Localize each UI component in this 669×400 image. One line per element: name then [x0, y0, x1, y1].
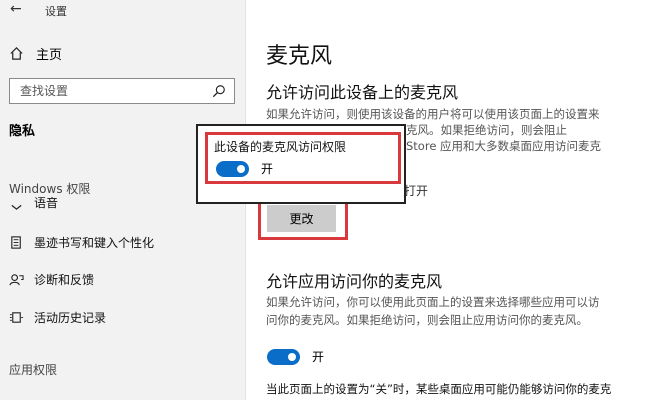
- back-arrow-icon[interactable]: ←: [10, 1, 22, 17]
- speech-icon: [11, 204, 22, 210]
- device-access-status: 打开: [404, 184, 429, 198]
- home-icon: [10, 47, 23, 60]
- search-box[interactable]: [9, 78, 235, 104]
- sidebar-item-inking[interactable]: 墨迹书写和键入个性化: [9, 234, 154, 251]
- feedback-icon: [9, 274, 24, 286]
- popup-toggle-row: 开: [216, 160, 273, 177]
- section-app-access-desc-line1: 如果允许访问，你可以使用此页面上的设置来选择哪些应用可以访: [266, 295, 600, 309]
- sidebar-item-label: 墨迹书写和键入个性化: [34, 236, 155, 250]
- section-app-access-desc-line2: 问你的麦克风。如果拒绝访问，则会阻止应用访问你的麦克风。: [266, 313, 588, 327]
- app-access-toggle-row: 开: [267, 348, 324, 365]
- sidebar-item-speech[interactable]: 语音: [9, 197, 58, 211]
- sidebar-item-label: 语音: [34, 197, 59, 210]
- popup-title: 此设备的麦克风访问权限: [214, 140, 347, 154]
- sidebar-item-home[interactable]: 主页: [9, 44, 62, 63]
- section-device-access-desc-line3: Store 应用和大多数桌面应用访问麦克: [406, 139, 602, 153]
- app-access-toggle-label: 开: [312, 350, 325, 364]
- change-button[interactable]: 更改: [267, 205, 336, 232]
- app-title: 设置: [45, 5, 67, 18]
- section-device-access-heading: 允许访问此设备上的麦克风: [266, 83, 459, 102]
- app-permissions-heading: 应用权限: [9, 363, 58, 377]
- search-input[interactable]: [18, 83, 212, 99]
- sidebar-item-label: 活动历史记录: [34, 311, 107, 325]
- app-access-toggle[interactable]: [267, 348, 300, 365]
- sidebar-item-home-label: 主页: [36, 48, 63, 63]
- sidebar-current-privacy: 隐私: [9, 124, 36, 139]
- page-title: 麦克风: [266, 44, 333, 69]
- device-access-toggle-label: 开: [261, 162, 274, 176]
- sidebar-item-label: 诊断和反馈: [34, 273, 95, 287]
- history-icon: [9, 312, 24, 323]
- sidebar-item-history[interactable]: 活动历史记录: [9, 309, 106, 326]
- device-access-toggle[interactable]: [216, 160, 249, 177]
- section-app-access-heading: 允许应用访问你的麦克风: [266, 272, 443, 291]
- toggle-knob: [237, 164, 245, 173]
- windows-permissions-heading: Windows 权限: [9, 182, 91, 196]
- inking-icon: [11, 236, 21, 249]
- bottom-note: 当此页面上的设置为“关”时，某些桌面应用可能仍能够访问你的麦克: [266, 382, 612, 396]
- toggle-knob: [288, 352, 296, 361]
- search-icon[interactable]: [212, 84, 226, 98]
- sidebar-item-feedback[interactable]: 诊断和反馈: [9, 271, 94, 288]
